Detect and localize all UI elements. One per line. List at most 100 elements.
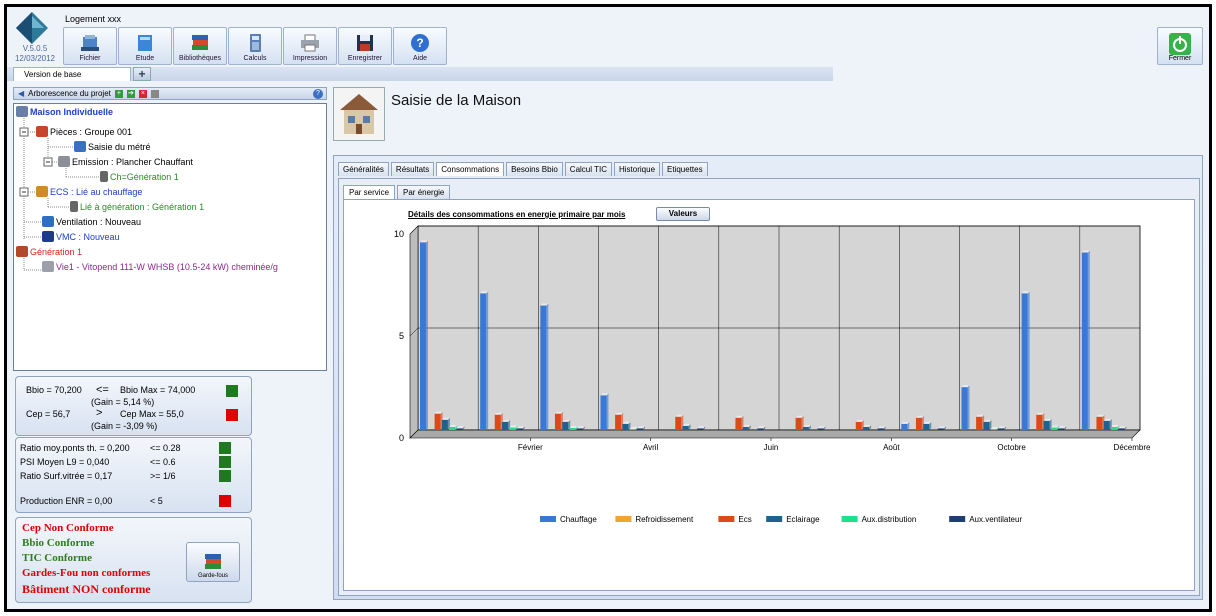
garde-fous-button[interactable]: Garde-fous <box>186 542 240 582</box>
bar-chauffage-1 <box>420 240 428 430</box>
subtab-par-energie[interactable]: Par énergie <box>397 185 451 199</box>
bar-eclairage-9 <box>923 421 932 430</box>
study-button[interactable]: Etude <box>118 27 172 65</box>
window-title: Logement xxx <box>65 14 122 24</box>
tab-generalites[interactable]: Généralités <box>338 162 389 176</box>
psi-moyen-limit: <= 0.6 <box>150 457 176 467</box>
cep-max: Cep Max = 55,0 <box>120 409 184 419</box>
close-button-label: Fermer <box>1168 55 1192 62</box>
boiler-icon <box>42 261 54 272</box>
tree-node-generation[interactable]: Génération 1 <box>16 246 82 257</box>
ratio-ponts: Ratio moy.ponts th. = 0,200 <box>20 443 130 453</box>
tab-resultats[interactable]: Résultats <box>390 162 435 176</box>
legend-swatch <box>540 516 556 522</box>
rooms-icon <box>36 126 48 137</box>
tab-consommations[interactable]: Consommations <box>436 162 505 176</box>
tree-node-ch[interactable]: Ch=Génération 1 <box>100 171 179 182</box>
bar-eclairage-1 <box>441 417 450 430</box>
bar-ecs-1 <box>434 411 443 430</box>
tree-node-emission[interactable]: Emission : Plancher Chauffant <box>58 156 193 167</box>
tree-help-icon[interactable]: ? <box>313 89 323 99</box>
cep-operator: > <box>96 407 103 419</box>
file-button[interactable]: Fichier <box>63 27 117 65</box>
radiator-icon <box>58 156 70 167</box>
libraries-button-label: Bibliothèques <box>178 55 222 62</box>
psi-moyen-indicator <box>219 456 231 468</box>
y-tick-label: 0 <box>399 433 404 443</box>
bar-chauffage-3 <box>540 303 549 430</box>
ratio-ponts-indicator <box>219 442 231 454</box>
measure-pencil-icon <box>74 141 86 152</box>
legend-swatch <box>766 516 783 522</box>
valeurs-button[interactable]: Valeurs <box>656 207 710 221</box>
save-button[interactable]: Enregistrer <box>338 27 392 65</box>
garde-fous-button-label: Garde-fous <box>197 573 228 579</box>
tree-move-icon[interactable]: ➔ <box>126 89 135 98</box>
subtab-par-service[interactable]: Par service <box>343 185 396 199</box>
collapse-tree-icon[interactable]: ◀ <box>18 89 24 98</box>
bbio-value: Bbio = 70,200 <box>26 385 82 395</box>
close-button[interactable]: Fermer <box>1157 27 1203 65</box>
print-button[interactable]: Impression <box>283 27 337 65</box>
sub-tabs: Par service Par énergie <box>343 185 452 199</box>
printer-icon <box>301 34 319 52</box>
tab-calcul-tic[interactable]: Calcul TIC <box>564 162 612 176</box>
y-tick-label: 5 <box>399 331 404 341</box>
tree-print-icon[interactable] <box>150 89 159 98</box>
legend-label: Chauffage <box>560 515 597 524</box>
legend-label: Aux.ventilateur <box>969 515 1022 524</box>
tab-besoins-bbio[interactable]: Besoins Bbio <box>506 162 563 176</box>
y-tick-label: 10 <box>394 229 404 239</box>
tab-version-base[interactable]: Version de base <box>13 67 131 81</box>
study-button-label: Etude <box>135 55 155 62</box>
consommations-panel: Par service Par énergie Détails des cons… <box>338 178 1200 596</box>
main-panel: Généralités Résultats Consommations Beso… <box>333 155 1203 600</box>
tree-node-vie[interactable]: Vie1 - Vitopend 111-W WHSB (10.5-24 kW) … <box>42 261 278 272</box>
print-button-label: Impression <box>292 55 328 62</box>
bar-ecs-4 <box>615 412 624 430</box>
tree-header-label: Arborescence du projet <box>28 89 111 98</box>
legend-swatch <box>949 516 966 522</box>
tree-node-maison[interactable]: Maison Individuelle <box>16 106 113 117</box>
tree-node-ventilation[interactable]: Ventilation : Nouveau <box>42 216 141 227</box>
libraries-button[interactable]: Bibliothèques <box>173 27 227 65</box>
bbio-conformity: Bbio Conforme <box>22 537 95 549</box>
file-button-label: Fichier <box>79 55 101 62</box>
tab-historique[interactable]: Historique <box>614 162 661 176</box>
cta-icon <box>42 231 54 242</box>
legend-swatch <box>615 516 632 522</box>
tree-node-ecs[interactable]: ECS : Lié au chauffage <box>36 186 142 197</box>
toolbar: Fichier Etude Bibliothèques Calculs Impr… <box>63 27 448 65</box>
tree-node-saisie[interactable]: Saisie du métré <box>74 141 151 152</box>
calculs-button-label: Calculs <box>243 55 267 62</box>
x-tick-label: Juin <box>764 443 779 452</box>
calculs-button[interactable]: Calculs <box>228 27 282 65</box>
x-tick-label: Août <box>883 443 900 452</box>
bar-chauffage-10 <box>961 385 970 430</box>
bar-eclairage-11 <box>1043 418 1052 430</box>
legend-swatch <box>718 516 735 522</box>
cep-status-indicator <box>226 409 238 421</box>
help-icon: ? <box>411 34 429 52</box>
bar-ecs-11 <box>1036 412 1045 430</box>
bar-ecs-3 <box>554 411 563 430</box>
conformity-panel: Cep Non Conforme Bbio Conforme TIC Confo… <box>15 517 252 603</box>
version-tabs: Version de base + <box>7 67 833 81</box>
generator-icon <box>16 246 28 257</box>
help-button[interactable]: ? Aide <box>393 27 447 65</box>
chart-area: Détails des consommations en energie pri… <box>343 199 1195 591</box>
tic-conformity: TIC Conforme <box>22 552 92 564</box>
tree-node-lie[interactable]: Lié à génération : Génération 1 <box>70 201 204 212</box>
bar-eclairage-10 <box>983 419 992 430</box>
version-date: 12/03/2012 <box>14 54 56 63</box>
x-tick-label: Février <box>518 443 543 452</box>
tree-node-pieces[interactable]: Pièces : Groupe 001 <box>36 126 132 137</box>
tree-add-icon[interactable]: + <box>114 89 123 98</box>
add-version-button[interactable]: + <box>133 67 151 81</box>
tree-node-vmc[interactable]: VMC : Nouveau <box>42 231 120 242</box>
tab-etiquettes[interactable]: Etiquettes <box>662 162 708 176</box>
bar-ecs-10 <box>976 414 985 430</box>
bar-chauffage-12 <box>1081 250 1090 430</box>
page-title: Saisie de la Maison <box>391 92 522 109</box>
tree-delete-icon[interactable]: × <box>138 89 147 98</box>
